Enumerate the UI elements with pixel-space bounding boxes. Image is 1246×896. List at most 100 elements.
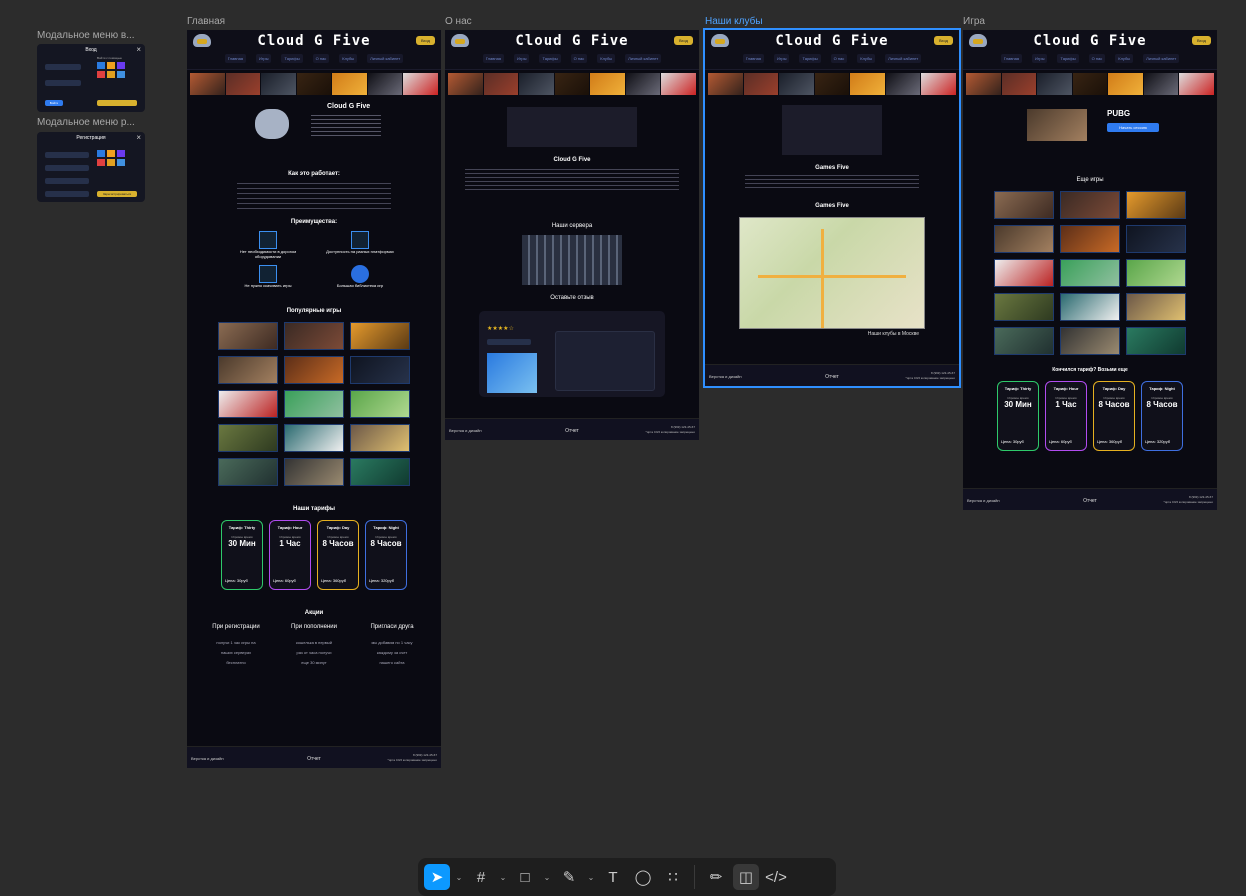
- game-tile[interactable]: [284, 458, 344, 486]
- nav-item[interactable]: Личный кабинет: [885, 54, 922, 63]
- tariff-card[interactable]: Тариф: Night Игровое время 8 Часов Цена: 32…: [1141, 381, 1183, 451]
- nav-item[interactable]: Клубы: [597, 54, 616, 63]
- register-password-field[interactable]: [45, 178, 89, 184]
- login-button[interactable]: Вход: [673, 36, 693, 45]
- review-textarea[interactable]: [555, 331, 655, 391]
- start-session-button[interactable]: Начать сессию: [1107, 123, 1159, 132]
- game-tile[interactable]: [1060, 259, 1120, 287]
- nav-item[interactable]: Игры: [774, 54, 790, 63]
- social-login-icons[interactable]: [97, 150, 125, 166]
- draw-mode-icon[interactable]: ✏: [703, 864, 729, 890]
- text-tool-icon[interactable]: T: [600, 864, 626, 890]
- game-tile[interactable]: [1126, 327, 1186, 355]
- design-mode-icon[interactable]: ◫: [733, 864, 759, 890]
- nav-item[interactable]: Игры: [1032, 54, 1048, 63]
- close-icon[interactable]: ×: [136, 45, 141, 54]
- game-tile[interactable]: [218, 356, 278, 384]
- chevron-down-icon[interactable]: ⌄: [542, 873, 552, 882]
- tariff-card[interactable]: Тариф: Hour Игровое время 1 Час Цена: 60руб: [1045, 381, 1087, 451]
- clubs-frame[interactable]: Cloud G Five Вход Главная Игры Тарифы О нас…: [703, 28, 961, 388]
- login-button[interactable]: Вход: [933, 36, 953, 45]
- social-icon[interactable]: [117, 159, 125, 166]
- game-tile[interactable]: [994, 225, 1054, 253]
- games-banner[interactable]: [705, 73, 959, 95]
- game-tile[interactable]: [350, 322, 410, 350]
- game-tile[interactable]: [994, 259, 1054, 287]
- nav-item[interactable]: Главная: [482, 54, 505, 63]
- nav-item[interactable]: О нас: [570, 54, 588, 63]
- pen-tool-icon[interactable]: ✎: [556, 864, 582, 890]
- game-tile[interactable]: [350, 458, 410, 486]
- nav-item[interactable]: О нас: [312, 54, 330, 63]
- password-field[interactable]: [45, 80, 81, 86]
- tariff-card[interactable]: Тариф: Thirty Игровое время 30 Мин Цена: 30…: [221, 520, 263, 590]
- tariff-card[interactable]: Тариф: Night Игровое время 8 Часов Цена: 32…: [365, 520, 407, 590]
- tariff-card[interactable]: Тариф: Day Игровое время 8 Часов Цена: 360р…: [317, 520, 359, 590]
- chevron-down-icon[interactable]: ⌄: [498, 873, 508, 882]
- nav-item[interactable]: Клубы: [1115, 54, 1134, 63]
- nav-item[interactable]: Главная: [224, 54, 247, 63]
- social-icon[interactable]: [97, 150, 105, 157]
- games-banner[interactable]: [963, 73, 1217, 95]
- login-submit-button[interactable]: Войти: [45, 100, 63, 106]
- frame-label-home[interactable]: Главная: [187, 16, 225, 27]
- tariff-card[interactable]: Тариф: Day Игровое время 8 Часов Цена: 360р…: [1093, 381, 1135, 451]
- nav-item[interactable]: Тарифы: [799, 54, 821, 63]
- rectangle-tool-icon[interactable]: □: [512, 864, 538, 890]
- nav-item[interactable]: Личный кабинет: [367, 54, 404, 63]
- social-icon[interactable]: [107, 71, 115, 78]
- nav-item[interactable]: Главная: [1000, 54, 1023, 63]
- frame-label-clubs[interactable]: Наши клубы: [705, 16, 763, 27]
- game-tile[interactable]: [994, 327, 1054, 355]
- nav-item[interactable]: Клубы: [339, 54, 358, 63]
- home-frame[interactable]: Cloud G Five Вход Главная Игры Тарифы О …: [187, 30, 441, 768]
- register-submit-button[interactable]: Зарегистрироваться: [97, 191, 137, 197]
- social-icon[interactable]: [117, 150, 125, 157]
- game-tile[interactable]: [284, 424, 344, 452]
- game-tile[interactable]: [218, 322, 278, 350]
- nav-item[interactable]: Игры: [514, 54, 530, 63]
- actions-tool-icon[interactable]: ∷: [660, 864, 686, 890]
- nav-item[interactable]: Главная: [742, 54, 765, 63]
- modal-register-frame[interactable]: Регистрация × Зарегистрироваться: [37, 132, 145, 202]
- close-icon[interactable]: ×: [136, 133, 141, 142]
- game-tile[interactable]: [218, 424, 278, 452]
- game-tile[interactable]: [1126, 259, 1186, 287]
- game-tile[interactable]: [284, 390, 344, 418]
- games-banner[interactable]: [445, 73, 699, 95]
- nav-item[interactable]: Тарифы: [281, 54, 303, 63]
- social-login-icons[interactable]: [97, 62, 125, 78]
- frame-tool-icon[interactable]: #: [468, 864, 494, 890]
- nav-item[interactable]: Клубы: [857, 54, 876, 63]
- social-icon[interactable]: [107, 150, 115, 157]
- login-button[interactable]: Вход: [1191, 36, 1211, 45]
- social-icon[interactable]: [117, 71, 125, 78]
- frame-label-game[interactable]: Игра: [963, 16, 985, 27]
- nav-item[interactable]: Игры: [256, 54, 272, 63]
- review-name-field[interactable]: [487, 339, 531, 345]
- rating-stars[interactable]: ★★★★☆: [487, 325, 514, 332]
- frame-label-about[interactable]: О нас: [445, 16, 472, 27]
- social-icon[interactable]: [107, 159, 115, 166]
- game-frame[interactable]: Cloud G Five Вход Главная Игры Тарифы О нас…: [963, 30, 1217, 510]
- nav-item[interactable]: Личный кабинет: [1143, 54, 1180, 63]
- chevron-down-icon[interactable]: ⌄: [586, 873, 596, 882]
- comment-tool-icon[interactable]: ◯: [630, 864, 656, 890]
- games-banner[interactable]: [187, 73, 441, 95]
- social-icon[interactable]: [117, 62, 125, 69]
- login-button[interactable]: Вход: [415, 36, 435, 45]
- register-email-field[interactable]: [45, 165, 89, 171]
- chevron-down-icon[interactable]: ⌄: [454, 873, 464, 882]
- social-icon[interactable]: [97, 62, 105, 69]
- tariff-card[interactable]: Тариф: Thirty Игровое время 30 Мин Цена: 30…: [997, 381, 1039, 451]
- frame-label-modal-login[interactable]: Модальное меню в...: [37, 30, 135, 41]
- dev-mode-icon[interactable]: </>: [763, 864, 789, 890]
- game-tile[interactable]: [1126, 293, 1186, 321]
- game-tile[interactable]: [1060, 327, 1120, 355]
- game-tile[interactable]: [284, 356, 344, 384]
- game-tile[interactable]: [1060, 225, 1120, 253]
- about-frame[interactable]: Cloud G Five Вход Главная Игры Тарифы О нас…: [445, 30, 699, 440]
- move-tool-icon[interactable]: ➤: [424, 864, 450, 890]
- game-tile[interactable]: [994, 191, 1054, 219]
- social-icon[interactable]: [97, 71, 105, 78]
